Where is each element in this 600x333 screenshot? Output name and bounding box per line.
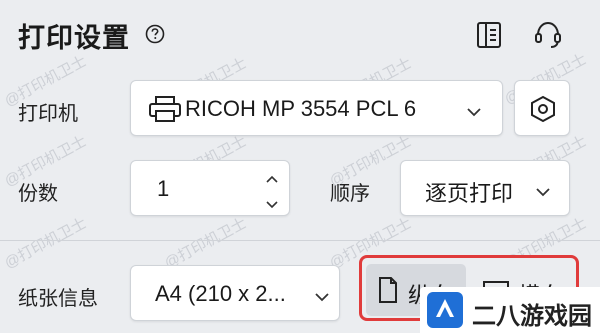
panel-layout-icon[interactable] — [476, 21, 502, 49]
paper-value: A4 (210 x 2... — [155, 281, 286, 306]
site-logo: 二八游戏园 — [420, 287, 600, 333]
printer-value: RICOH MP 3554 PCL 6 — [185, 96, 417, 121]
order-select[interactable]: 逐页打印 — [400, 160, 570, 216]
paper-label: 纸张信息 — [18, 288, 98, 310]
chevron-down-icon[interactable] — [265, 197, 279, 209]
printer-label: 打印机 — [18, 103, 78, 125]
document-portrait-icon — [378, 276, 398, 304]
order-label: 顺序 — [330, 183, 370, 205]
printer-select[interactable]: RICOH MP 3554 PCL 6 — [130, 80, 503, 136]
hexagon-settings-icon — [530, 95, 556, 123]
page-title: 打印设置 — [18, 23, 130, 53]
printer-settings-button[interactable] — [514, 80, 570, 136]
question-circle-icon[interactable] — [145, 24, 165, 44]
chevron-down-icon — [314, 289, 330, 302]
order-value: 逐页打印 — [425, 181, 514, 206]
watermark: @打印机卫士 — [161, 214, 250, 273]
chevron-up-icon[interactable] — [265, 171, 279, 183]
headset-icon[interactable] — [534, 20, 562, 50]
paper-select[interactable]: A4 (210 x 2... — [130, 265, 340, 321]
section-divider — [0, 240, 600, 241]
printer-icon — [148, 95, 182, 123]
copies-stepper[interactable]: 1 — [130, 160, 290, 216]
watermark: @打印机卫士 — [1, 214, 90, 273]
chevron-down-icon — [466, 104, 482, 117]
chevron-down-icon — [535, 184, 551, 197]
copies-value: 1 — [157, 176, 170, 201]
logo-text: 二八游戏园 — [472, 303, 592, 330]
copies-label: 份数 — [18, 183, 58, 205]
logo-icon — [426, 291, 464, 329]
